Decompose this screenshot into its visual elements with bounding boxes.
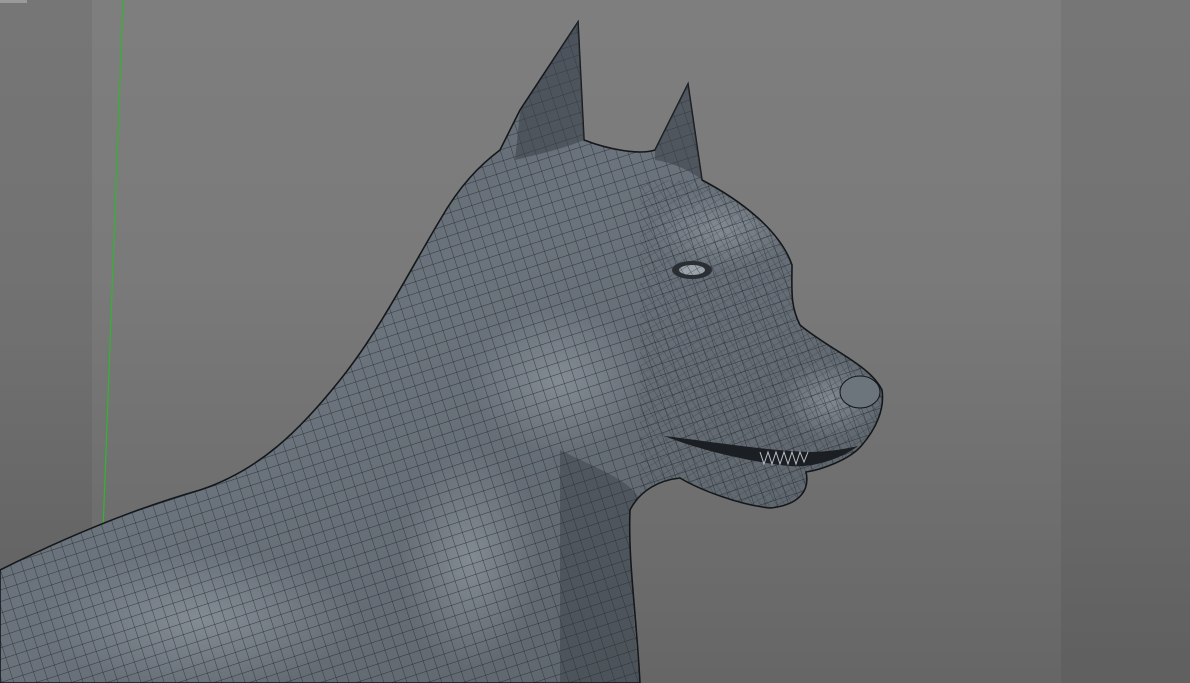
viewport-scene bbox=[0, 0, 1190, 683]
dog-mesh[interactable] bbox=[0, 0, 1190, 683]
left-ear bbox=[515, 22, 584, 160]
nose bbox=[839, 375, 881, 409]
y-axis-line bbox=[102, 0, 124, 531]
eye bbox=[672, 261, 712, 279]
3d-viewport[interactable] bbox=[0, 0, 1190, 683]
